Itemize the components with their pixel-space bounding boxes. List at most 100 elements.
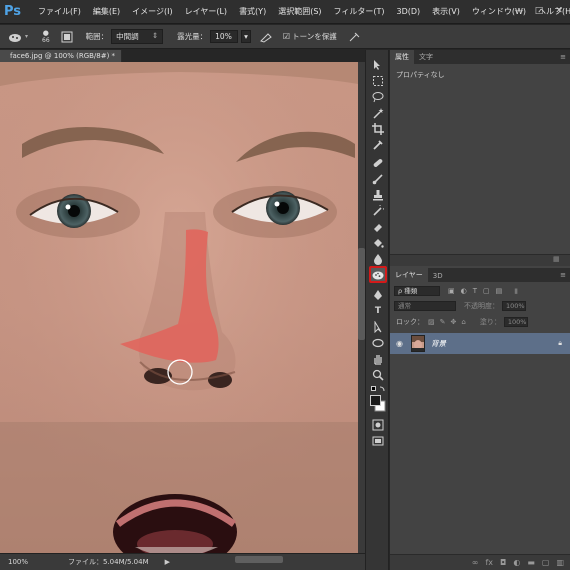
marquee-tool-icon[interactable] [370, 74, 386, 88]
visibility-eye-icon[interactable]: ◉ [396, 339, 403, 348]
minimize-button[interactable]: — [512, 4, 526, 18]
link-layers-icon[interactable]: ∞ [472, 558, 479, 567]
menu-select[interactable]: 選択範囲(S) [272, 0, 327, 24]
layers-menu-icon[interactable]: ≡ [560, 271, 566, 279]
menu-view[interactable]: 表示(V) [426, 0, 466, 24]
pen-tool-icon[interactable] [370, 288, 386, 302]
menu-items: ファイル(F) 編集(E) イメージ(I) レイヤー(L) 書式(Y) 選択範囲… [32, 0, 570, 24]
protect-tones-checkbox[interactable]: ☑ トーンを保護 [283, 31, 337, 42]
face-photo [0, 62, 358, 553]
color-swatches[interactable] [370, 394, 386, 414]
blend-mode-select[interactable]: 通常 [394, 301, 456, 311]
brush-size-value: 66 [42, 36, 50, 44]
menu-bar: Ps ファイル(F) 編集(E) イメージ(I) レイヤー(L) 書式(Y) 選… [0, 0, 570, 24]
layer-item-background[interactable]: ◉ 背景 🔒︎ [390, 333, 570, 354]
magic-wand-tool-icon[interactable] [370, 106, 386, 120]
airbrush-icon[interactable] [257, 30, 275, 44]
range-select[interactable]: 中間調 ⇕ [111, 29, 164, 44]
properties-bottom-bar [390, 254, 570, 266]
menu-3d[interactable]: 3D(D) [391, 0, 427, 24]
sponge-tool-icon[interactable] [369, 266, 387, 283]
layers-bottom-bar: ∞ fx ◘ ◐ ▬ ▢ ▥ [390, 554, 570, 570]
tab-character[interactable]: 文字 [414, 50, 438, 64]
status-menu-icon[interactable]: ▶ [165, 558, 170, 566]
layer-kind-select[interactable]: ρ 種類 [394, 286, 440, 296]
healing-brush-tool-icon[interactable] [370, 156, 386, 170]
file-info: ファイル：5.04M/5.04M [68, 558, 149, 566]
menu-layer[interactable]: レイヤー(L) [179, 0, 233, 24]
properties-trash-icon[interactable]: ▦ [553, 255, 560, 263]
lock-pixels-icon[interactable]: ✎ [440, 318, 446, 326]
close-button[interactable]: ✕ [552, 4, 566, 18]
filter-toggle-icon[interactable]: ▮ [514, 287, 518, 295]
path-selection-tool-icon[interactable] [370, 320, 386, 334]
vertical-scroll-thumb[interactable] [358, 248, 365, 340]
filter-adjust-icon[interactable]: ◐ [461, 287, 467, 295]
options-bar: ▾ ● 66 範囲： 中間調 ⇕ 露光量： 10% ▾ ☑ トーンを保護 [0, 25, 570, 49]
properties-menu-icon[interactable]: ≡ [560, 53, 566, 61]
brush-size-picker[interactable]: ● 66 [42, 29, 50, 44]
menu-type[interactable]: 書式(Y) [233, 0, 272, 24]
menu-filter[interactable]: フィルター(T) [328, 0, 391, 24]
screen-mode-icon[interactable] [370, 434, 386, 448]
new-layer-icon[interactable]: ▢ [542, 558, 550, 567]
sponge-tool-preset-icon[interactable] [6, 30, 24, 44]
opacity-input[interactable]: 100% [502, 301, 526, 311]
eraser-tool-icon[interactable] [370, 220, 386, 234]
lasso-tool-icon[interactable] [370, 90, 386, 104]
fill-label: 塗り： [479, 318, 501, 326]
document-tab[interactable]: face6.jpg @ 100% (RGB/8#) * [0, 50, 122, 62]
horizontal-scroll-thumb[interactable] [235, 556, 283, 563]
move-tool-icon[interactable] [370, 58, 386, 72]
blur-tool-icon[interactable] [370, 252, 386, 266]
pressure-icon[interactable] [345, 30, 363, 44]
app-logo: Ps [4, 4, 22, 19]
crop-tool-icon[interactable] [370, 122, 386, 136]
layer-lock-icon: 🔒︎ [558, 339, 562, 347]
blend-row: 通常 不透明度： 100% [390, 300, 570, 312]
filter-smart-icon[interactable]: ▤ [496, 287, 503, 295]
menu-edit[interactable]: 編集(E) [87, 0, 126, 24]
right-panel: 属性 文字 ≡ プロパティなし ▦ レイヤー 3D ≡ ρ 種類 ▣ ◐ T ▢… [390, 50, 570, 570]
filter-pixel-icon[interactable]: ▣ [448, 287, 455, 295]
clone-stamp-tool-icon[interactable] [370, 188, 386, 202]
zoom-level[interactable]: 100% [8, 558, 38, 566]
menu-image[interactable]: イメージ(I) [126, 0, 178, 24]
status-bar: 100% ファイル：5.04M/5.04M ▶ [0, 553, 365, 570]
fill-input[interactable]: 100% [503, 317, 528, 327]
tab-3d[interactable]: 3D [427, 270, 448, 282]
document-tab-title: face6.jpg @ 100% (RGB/8#) * [10, 52, 116, 60]
new-group-icon[interactable]: ▬ [527, 558, 535, 567]
lock-position-icon[interactable]: ✥ [451, 318, 457, 326]
filter-type-icon[interactable]: T [473, 287, 477, 295]
range-group: 範囲： 中間調 ⇕ [86, 29, 164, 44]
adjustment-layer-icon[interactable]: ◐ [513, 558, 520, 567]
history-brush-tool-icon[interactable] [370, 204, 386, 218]
paint-bucket-tool-icon[interactable] [370, 236, 386, 250]
menu-file[interactable]: ファイル(F) [32, 0, 87, 24]
quick-mask-icon[interactable] [370, 418, 386, 432]
tab-layers[interactable]: レイヤー [390, 268, 428, 282]
add-mask-icon[interactable]: ◘ [500, 558, 506, 567]
lock-transparent-icon[interactable]: ▨ [428, 318, 435, 326]
lock-label: ロック： [396, 318, 424, 326]
zoom-tool-icon[interactable] [370, 368, 386, 382]
layer-name[interactable]: 背景 [431, 338, 446, 349]
type-tool-icon[interactable]: T [370, 304, 386, 318]
filter-shape-icon[interactable]: ▢ [483, 287, 490, 295]
maximize-button[interactable]: □ [532, 4, 546, 18]
tab-properties[interactable]: 属性 [390, 50, 414, 64]
layer-filter-row: ρ 種類 ▣ ◐ T ▢ ▤ ▮ [390, 285, 570, 297]
ellipse-tool-icon[interactable] [370, 336, 386, 350]
delete-layer-icon[interactable]: ▥ [556, 558, 564, 567]
layer-style-icon[interactable]: fx [485, 558, 493, 567]
eyedropper-tool-icon[interactable] [370, 138, 386, 152]
brush-panel-icon[interactable] [58, 30, 76, 44]
exposure-input[interactable]: 10% [210, 30, 239, 43]
exposure-dropdown[interactable]: ▾ [241, 30, 251, 43]
exposure-label: 露光量： [177, 32, 208, 41]
brush-tool-icon[interactable] [370, 172, 386, 186]
document-canvas[interactable] [0, 62, 358, 553]
hand-tool-icon[interactable] [370, 352, 386, 366]
lock-all-icon[interactable]: ⌂ [461, 318, 465, 326]
